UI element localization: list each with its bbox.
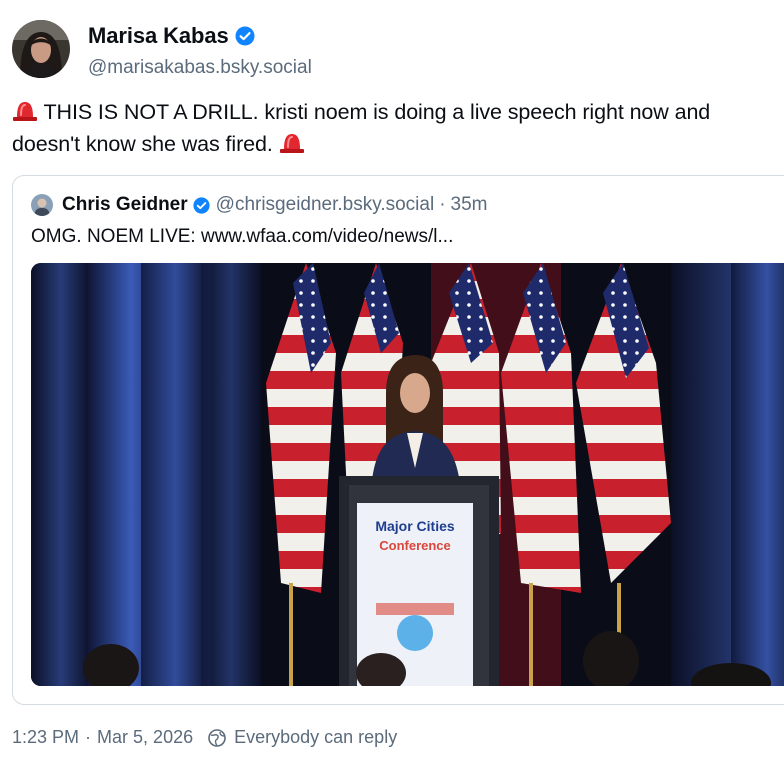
podium-sign-line2: Conference xyxy=(379,538,451,553)
quote-author-display-name[interactable]: Chris Geidner xyxy=(62,194,188,216)
post-footer: 1:23 PM · Mar 5, 2026 Everybody can repl… xyxy=(12,727,397,748)
quote-author-avatar[interactable] xyxy=(31,194,53,216)
verified-badge-icon[interactable] xyxy=(193,196,210,214)
reply-setting[interactable]: Everybody can reply xyxy=(234,727,397,748)
post-text-body: THIS IS NOT A DRILL. kristi noem is doin… xyxy=(12,100,711,156)
post-date[interactable]: Mar 5, 2026 xyxy=(97,727,193,748)
display-name-row: Marisa Kabas xyxy=(88,23,312,49)
author-avatar[interactable] xyxy=(12,20,70,78)
quote-header: Chris Geidner @chrisgeidner.bsky.social … xyxy=(31,194,487,216)
globe-reply-icon xyxy=(208,728,226,747)
author-handle[interactable]: @marisakabas.bsky.social xyxy=(88,57,312,79)
verified-badge-icon[interactable] xyxy=(235,26,255,46)
post-header: Marisa Kabas @marisakabas.bsky.social xyxy=(12,20,312,80)
quote-text: OMG. NOEM LIVE: www.wfaa.com/video/news/… xyxy=(31,226,454,247)
post-text: THIS IS NOT A DRILL. kristi noem is doin… xyxy=(12,96,782,160)
quote-media-video[interactable]: Major Cities Conference xyxy=(31,263,784,686)
quote-author-handle[interactable]: @chrisgeidner.bsky.social xyxy=(216,194,435,216)
podium-sign-line1: Major Cities xyxy=(375,518,455,534)
footer-separator: · xyxy=(85,727,92,747)
quote-post-card[interactable]: Chris Geidner @chrisgeidner.bsky.social … xyxy=(12,175,784,705)
author-display-name[interactable]: Marisa Kabas xyxy=(88,23,229,49)
quote-timestamp[interactable]: 35m xyxy=(451,194,488,216)
post-time[interactable]: 1:23 PM xyxy=(12,727,79,748)
siren-emoji-icon xyxy=(13,102,37,121)
siren-emoji-icon xyxy=(279,134,304,153)
quote-separator: · xyxy=(439,194,446,215)
author-names: Marisa Kabas @marisakabas.bsky.social xyxy=(88,23,312,79)
